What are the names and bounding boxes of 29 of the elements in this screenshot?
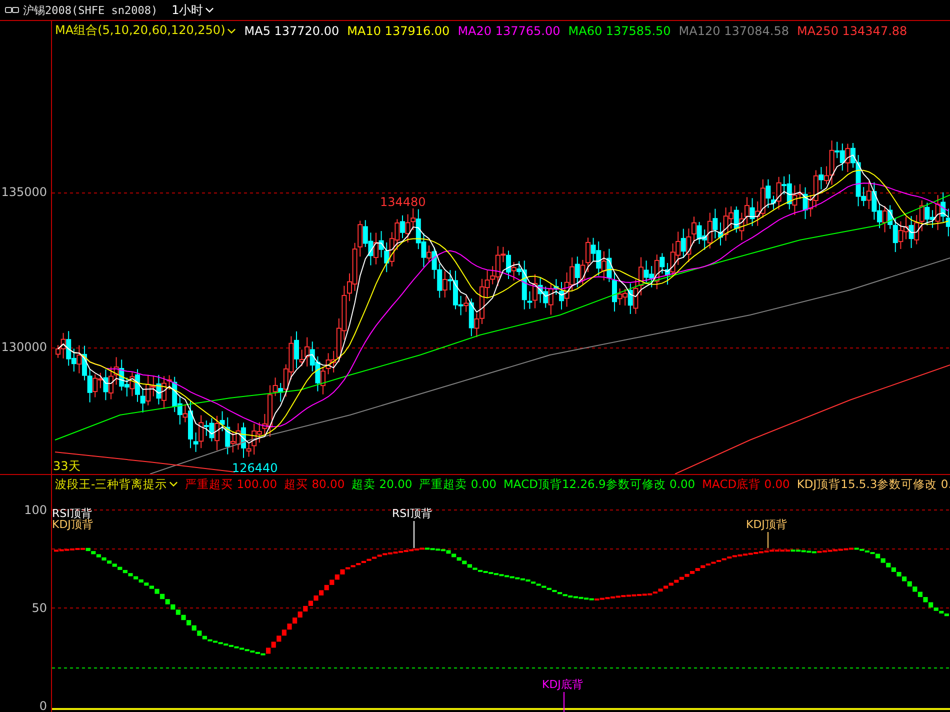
- signal-label: KDJ顶背: [746, 518, 787, 531]
- legend-value: MA5 137720.00: [244, 24, 340, 38]
- axis-label: 135000: [1, 185, 47, 199]
- signal-label: RSI顶背: [52, 507, 92, 520]
- high-price-label: 134480: [380, 195, 426, 209]
- instrument-title: 沪锡2008(SHFE sn2008): [23, 2, 158, 18]
- legend-value: 严重超卖 0.00: [419, 476, 496, 492]
- indicator-dropdown[interactable]: MA组合(5,10,20,60,120,250): [55, 22, 236, 39]
- signal-label: KDJ底背: [542, 678, 583, 691]
- period-dropdown[interactable]: 1小时: [162, 2, 214, 18]
- indicator-dropdown[interactable]: 波段王-三种背离提示: [55, 476, 178, 492]
- legend-value: MA250 134347.88: [796, 24, 908, 38]
- low-price-label: 126440: [232, 461, 278, 474]
- legend-value: 超卖 20.00: [352, 476, 412, 492]
- signal-label: RSI顶背: [392, 507, 432, 520]
- axis-label: 50: [32, 601, 47, 615]
- axis-label: 100: [24, 503, 47, 517]
- signal-label: KDJ顶背: [52, 518, 93, 531]
- range-label: 33天: [53, 459, 80, 473]
- legend-value: MA20 137765.00: [458, 24, 560, 38]
- axis-label: 0: [39, 699, 47, 712]
- legend-value: MA10 137916.00: [347, 24, 450, 38]
- legend-value: MACD顶背12.26.9参数可修改 0.00: [503, 476, 696, 492]
- axis-label: 130000: [1, 340, 47, 354]
- legend-value: MA120 137084.58: [678, 24, 789, 38]
- legend-value: 超买 80.00: [284, 476, 345, 492]
- legend-value: 严重超买 100.00: [185, 476, 278, 492]
- legend-value: MA60 137585.50: [568, 24, 671, 38]
- legend-value: MACD底背 0.00: [702, 476, 790, 492]
